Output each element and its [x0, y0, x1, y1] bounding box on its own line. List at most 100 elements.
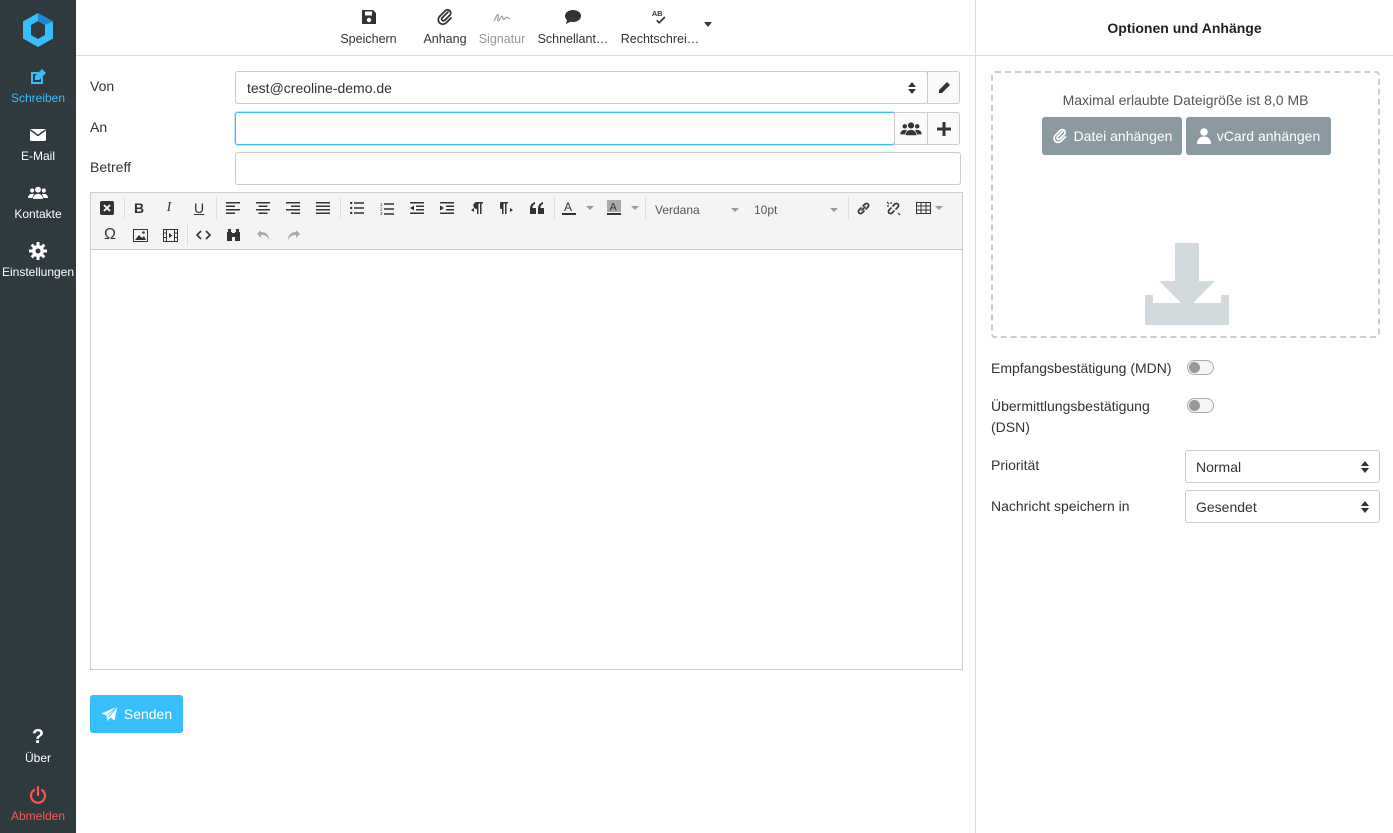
subject-input[interactable]: [235, 152, 961, 185]
address-book-button[interactable]: [894, 112, 928, 145]
nav-settings[interactable]: Einstellungen: [0, 241, 76, 279]
message-editor: B I U 123 A A Verdana 10pt Ω: [90, 192, 963, 670]
pencil-icon: [938, 81, 950, 93]
send-label: Senden: [123, 706, 173, 722]
bold-button[interactable]: B: [128, 197, 150, 219]
from-select[interactable]: test@creoline-demo.de: [235, 71, 928, 104]
numbered-list-button[interactable]: 123: [376, 197, 398, 219]
paragraph-ltr-icon: [471, 202, 483, 214]
nav-email-label: E-Mail: [20, 149, 55, 163]
align-right-button[interactable]: [282, 197, 304, 219]
signature-icon: [493, 14, 511, 22]
send-button[interactable]: Senden: [90, 695, 183, 733]
rtl-button[interactable]: [496, 197, 518, 219]
text-color-icon: A: [562, 200, 576, 215]
table-dropdown[interactable]: [935, 206, 943, 210]
speech-bubble-icon: [565, 10, 581, 24]
font-family-value: Verdana: [655, 203, 700, 217]
svg-text:3: 3: [380, 211, 383, 215]
special-character-button[interactable]: Ω: [99, 224, 121, 246]
link-icon: [857, 202, 869, 214]
table-icon: [915, 202, 931, 214]
unlink-icon: [886, 201, 900, 215]
save-in-select[interactable]: Gesendet: [1185, 490, 1380, 523]
nav-about[interactable]: ? Über: [0, 727, 76, 765]
priority-select[interactable]: Normal: [1185, 450, 1380, 483]
text-color-dropdown[interactable]: [586, 206, 594, 210]
binoculars-icon: [226, 229, 240, 241]
insert-image-button[interactable]: [129, 224, 151, 246]
toolbar-separator: [645, 197, 646, 219]
underline-button[interactable]: U: [188, 197, 210, 219]
attachment-button[interactable]: Anhang: [420, 6, 470, 50]
select-arrows-icon: [908, 81, 916, 94]
question-icon: ?: [31, 726, 45, 748]
outdent-button[interactable]: [406, 197, 428, 219]
nav-compose[interactable]: Schreiben: [0, 67, 76, 105]
blockquote-button[interactable]: [526, 197, 548, 219]
font-size-select[interactable]: 10pt: [748, 199, 840, 221]
background-color-button[interactable]: A: [603, 197, 625, 219]
redo-button[interactable]: [282, 224, 304, 246]
remove-link-button[interactable]: [882, 197, 904, 219]
editor-body[interactable]: [91, 250, 962, 669]
align-center-button[interactable]: [252, 197, 274, 219]
numbered-list-icon: 123: [380, 202, 394, 215]
undo-button[interactable]: [252, 224, 274, 246]
nav-logout[interactable]: Abmelden: [0, 785, 76, 823]
edit-identity-button[interactable]: [927, 71, 960, 104]
indent-button[interactable]: [436, 197, 458, 219]
mdn-label: Empfangsbestätigung (MDN): [991, 360, 1172, 376]
justify-button[interactable]: [312, 197, 334, 219]
attach-file-label: Datei anhängen: [1073, 128, 1173, 144]
background-color-icon: A: [607, 200, 621, 215]
dsn-toggle[interactable]: [1187, 398, 1214, 413]
add-recipient-button[interactable]: [927, 112, 960, 145]
italic-button[interactable]: I: [158, 197, 180, 219]
align-right-icon: [286, 202, 300, 214]
plus-icon: [936, 121, 951, 136]
download-icon: [1145, 243, 1229, 325]
background-color-dropdown[interactable]: [631, 206, 639, 210]
select-arrows-icon: [1361, 500, 1369, 513]
spellcheck-button[interactable]: AB Rechtschrei…: [620, 6, 700, 50]
font-family-select[interactable]: Verdana: [649, 199, 741, 221]
gear-icon: [29, 242, 47, 260]
attachment-label: Anhang: [423, 32, 467, 46]
chevron-down-icon: [830, 208, 838, 212]
redo-icon: [287, 230, 300, 240]
indent-icon: [440, 202, 454, 214]
save-button[interactable]: Speichern: [338, 6, 399, 50]
clear-formatting-button[interactable]: [96, 197, 118, 219]
signature-label: Signatur: [478, 32, 526, 46]
signature-button[interactable]: Signatur: [477, 6, 527, 50]
search-replace-button[interactable]: [222, 224, 244, 246]
priority-value: Normal: [1196, 458, 1242, 475]
from-value: test@creoline-demo.de: [247, 79, 392, 96]
power-icon: [29, 785, 47, 804]
quick-responses-button[interactable]: Schnellant…: [536, 6, 610, 50]
quote-icon: [530, 202, 544, 214]
nav-contacts[interactable]: Kontakte: [0, 183, 76, 221]
mdn-toggle[interactable]: [1187, 360, 1214, 375]
insert-link-button[interactable]: [852, 197, 874, 219]
attachment-dropzone[interactable]: Maximal erlaubte Dateigröße ist 8,0 MB D…: [991, 71, 1380, 338]
text-color-button[interactable]: A: [558, 197, 580, 219]
ltr-button[interactable]: [466, 197, 488, 219]
select-arrows-icon: [1361, 460, 1369, 473]
source-code-button[interactable]: [192, 224, 214, 246]
svg-text:AB: AB: [652, 9, 663, 18]
spellcheck-dropdown-caret[interactable]: [704, 22, 712, 27]
nav-email[interactable]: E-Mail: [0, 125, 76, 163]
toolbar-separator: [187, 224, 188, 246]
align-left-button[interactable]: [222, 197, 244, 219]
bullet-list-button[interactable]: [346, 197, 368, 219]
to-label: An: [90, 119, 108, 135]
to-input[interactable]: [235, 112, 895, 145]
attach-file-button[interactable]: Datei anhängen: [1042, 117, 1182, 155]
edit-icon: [31, 69, 46, 84]
insert-table-button[interactable]: [912, 197, 934, 219]
attach-vcard-button[interactable]: vCard anhängen: [1186, 117, 1331, 155]
insert-media-button[interactable]: [159, 224, 181, 246]
spellcheck-label: Rechtschrei…: [620, 32, 700, 46]
